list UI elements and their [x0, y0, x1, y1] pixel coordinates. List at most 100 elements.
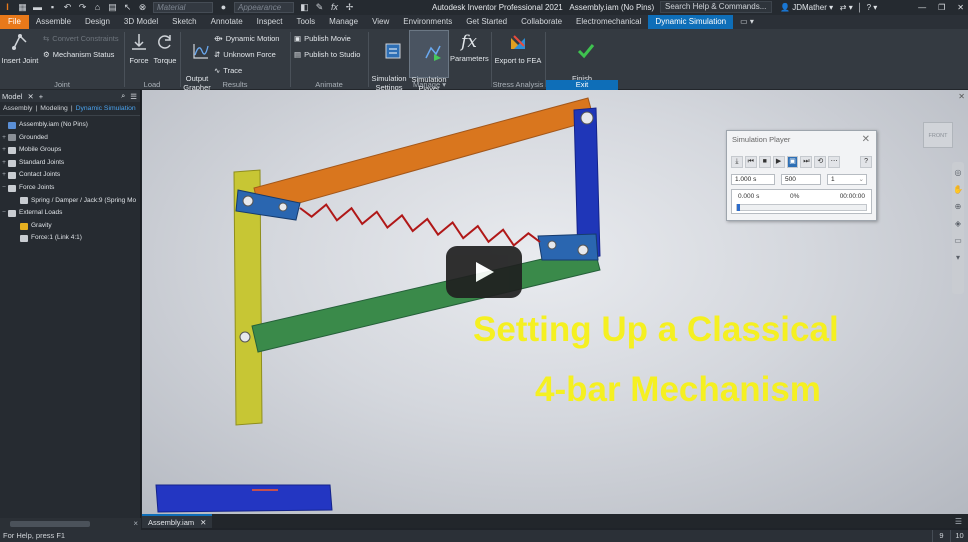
home-icon[interactable]: ⌂ — [93, 3, 102, 12]
user-account[interactable]: 👤 JDMather ▾ ⇄ ▾ │ ? ▾ — [780, 0, 877, 15]
sim-progress-handle[interactable] — [737, 204, 740, 211]
tree-node[interactable]: Gravity — [0, 220, 140, 233]
tree-node[interactable]: Assembly.iam (No Pins) — [0, 119, 140, 132]
filter-field[interactable]: 1 ⌄ — [827, 174, 867, 185]
tree-node[interactable]: Spring / Damper / Jack:9 (Spring Mo — [0, 195, 140, 208]
dynamic-motion-button[interactable]: ⟴ Dynamic Motion — [214, 34, 279, 43]
tab-dynamic-simulation[interactable]: Dynamic Simulation — [648, 15, 734, 29]
browser-scrollbar[interactable]: × — [0, 518, 141, 530]
select-icon[interactable]: ↖ — [123, 3, 132, 12]
zoom-icon[interactable]: ⊕ — [955, 202, 962, 211]
convert-constraints-button[interactable]: ⇆ Convert Constraints — [43, 34, 119, 43]
export-to-fea-button[interactable]: Export to FEA — [493, 32, 543, 65]
spring-damper[interactable] — [299, 203, 541, 247]
base-block-blue[interactable] — [155, 484, 333, 513]
cancel-icon[interactable]: ⊗ — [138, 3, 147, 12]
browser-menu-icon[interactable]: ☰ — [130, 92, 137, 101]
tab-overflow-icon[interactable]: ▭ ▾ — [733, 15, 761, 29]
tree-node[interactable]: + Contact Joints — [0, 169, 140, 182]
minimize-icon[interactable]: — — [918, 0, 926, 15]
tab-file[interactable]: File — [0, 15, 29, 29]
simulation-player-dialog[interactable]: Simulation Player ✕ ⤓ ⏮ ■ ▶ ▣ ⏭ ⟲ ⋯ ? 1.0… — [726, 130, 877, 221]
mechanism-status-button[interactable]: ⚙ Mechanism Status — [43, 50, 114, 59]
tree-node[interactable]: Force:1 (Link 4:1) — [0, 232, 140, 245]
browser-add-icon[interactable]: + — [39, 92, 43, 101]
loop-icon[interactable]: ⟲ — [814, 156, 827, 168]
stop-icon[interactable]: ■ — [758, 156, 771, 168]
material-dropdown[interactable]: Material — [153, 2, 213, 13]
tab-collaborate[interactable]: Collaborate — [514, 15, 569, 29]
app-logo-icon[interactable]: I — [3, 3, 12, 12]
browser-tab-dynamic-simulation[interactable]: Dynamic Simulation — [73, 105, 139, 112]
viewport-close-icon[interactable]: ✕ — [958, 92, 965, 101]
publish-to-studio-button[interactable]: ▤ Publish to Studio — [294, 50, 360, 59]
pin-right-bracket[interactable] — [547, 240, 557, 250]
sim-player-close-icon[interactable]: ✕ — [862, 131, 870, 149]
tree-node[interactable]: + Mobile Groups — [0, 144, 140, 157]
tab-environments[interactable]: Environments — [396, 15, 459, 29]
tab-electromechanical[interactable]: Electromechanical — [569, 15, 648, 29]
document-menu-icon[interactable]: ☰ — [955, 517, 962, 526]
tree-expand-icon[interactable]: − — [0, 182, 8, 195]
group-label-manage[interactable]: Manage ▾ — [368, 80, 491, 90]
tree-expand-icon[interactable]: − — [0, 207, 8, 220]
play-icon[interactable]: ▶ — [772, 156, 785, 168]
browser-search-icon[interactable]: ⌕ — [121, 91, 125, 101]
tree-node[interactable]: + Standard Joints — [0, 157, 140, 170]
customize-icon[interactable]: ✢ — [345, 3, 354, 12]
tree-node[interactable]: − Force Joints — [0, 182, 140, 195]
redo-icon[interactable]: ↷ — [78, 3, 87, 12]
tab-3d-model[interactable]: 3D Model — [117, 15, 165, 29]
new-file-icon[interactable]: ▦ — [18, 3, 27, 12]
tree-node[interactable]: + Grounded — [0, 132, 140, 145]
fast-forward-icon[interactable]: ⏭ — [800, 156, 813, 168]
nav-more-icon[interactable]: ▾ — [956, 253, 960, 262]
search-input[interactable]: Search Help & Commands... — [660, 1, 772, 13]
parameters-button[interactable]: fx Parameters — [450, 32, 489, 63]
save-icon[interactable]: ▪ — [48, 3, 57, 12]
pan-icon[interactable]: ✋ — [953, 185, 963, 194]
orbit-icon[interactable]: ◈ — [955, 219, 961, 228]
help-icon[interactable]: ? — [860, 156, 873, 168]
restore-icon[interactable]: ❐ — [938, 0, 945, 15]
graphics-window[interactable]: Setting Up a Classical 4-bar Mechanism S… — [142, 90, 968, 514]
tree-expand-icon[interactable]: + — [0, 157, 8, 170]
tab-get-started[interactable]: Get Started — [459, 15, 514, 29]
tree-expand-icon[interactable]: + — [0, 132, 8, 145]
view-cube[interactable]: FRONT — [923, 122, 953, 148]
adjust-icon[interactable]: ◧ — [300, 3, 309, 12]
tree-expand-icon[interactable]: + — [0, 169, 8, 182]
tab-sketch[interactable]: Sketch — [165, 15, 203, 29]
rewind-icon[interactable]: ⏮ — [744, 156, 757, 168]
tree-node[interactable]: − External Loads — [0, 207, 140, 220]
torque-button[interactable]: Torque — [152, 32, 178, 65]
document-tab-assembly[interactable]: Assembly.iam ✕ — [142, 514, 213, 528]
crank-link-orange[interactable] — [253, 97, 595, 215]
steering-wheel-icon[interactable]: ◎ — [955, 168, 962, 177]
force-button[interactable]: Force — [127, 32, 151, 65]
tab-inspect[interactable]: Inspect — [250, 15, 290, 29]
simulation-player-button[interactable]: Simulation Player — [409, 30, 449, 93]
browser-close-icon[interactable]: ✕ — [27, 92, 33, 101]
right-bracket[interactable] — [537, 233, 599, 261]
fx-icon[interactable]: fx — [330, 3, 339, 12]
tab-design[interactable]: Design — [78, 15, 117, 29]
appearance-dropdown[interactable]: Appearance — [234, 2, 294, 13]
insert-joint-button[interactable]: Insert Joint — [1, 32, 39, 65]
tab-tools[interactable]: Tools — [289, 15, 322, 29]
browser-tab-modeling[interactable]: Modeling — [37, 105, 71, 112]
tab-view[interactable]: View — [365, 15, 396, 29]
pin-left-top[interactable] — [242, 195, 254, 207]
trace-button[interactable]: ∿ Trace — [214, 66, 242, 75]
pin-left-bottom[interactable] — [239, 331, 251, 343]
pin-top-right[interactable] — [580, 111, 594, 125]
images-field[interactable]: 500 — [781, 174, 821, 185]
video-play-button[interactable] — [446, 246, 522, 298]
construction-mode-icon[interactable]: ⤓ — [731, 156, 743, 168]
look-at-icon[interactable]: ▭ — [954, 236, 962, 245]
more-options-icon[interactable]: ⋯ — [828, 156, 841, 168]
screen-refresh-icon[interactable]: ▣ — [786, 156, 799, 168]
tab-annotate[interactable]: Annotate — [204, 15, 250, 29]
update-icon[interactable]: ▤ — [108, 3, 117, 12]
open-file-icon[interactable]: ▬ — [33, 3, 42, 12]
